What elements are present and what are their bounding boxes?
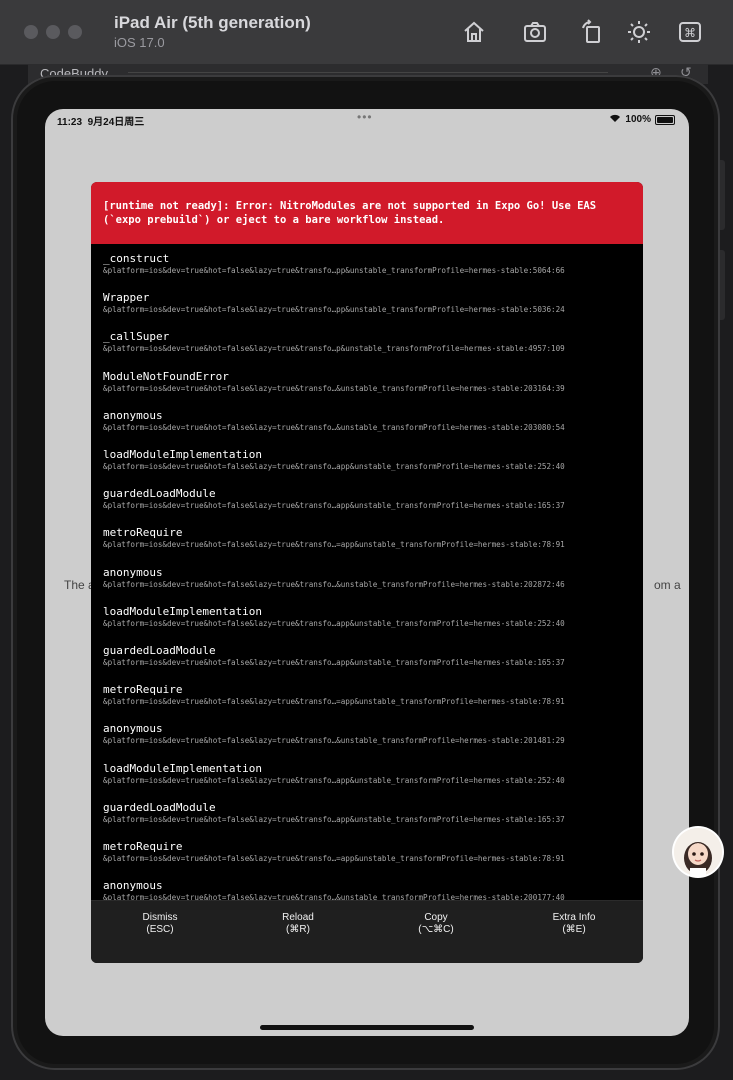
stack-frame[interactable]: guardedLoadModule &platform=ios&dev=true&… [103, 644, 639, 668]
stack-frame-location: &platform=ios&dev=true&hot=false&lazy=tr… [103, 266, 565, 275]
stack-frame-function: _callSuper [103, 330, 170, 344]
stack-frame[interactable]: anonymous &platform=ios&dev=true&hot=fals… [103, 722, 639, 746]
screenshot-icon[interactable] [521, 18, 549, 46]
stack-frame-location: &platform=ios&dev=true&hot=false&lazy=tr… [103, 344, 565, 354]
stack-frame[interactable]: guardedLoadModule &platform=ios&dev=true&… [103, 801, 639, 825]
stack-frame-location: &platform=ios&dev=true&hot=false&lazy=tr… [103, 383, 565, 393]
footer-button-shortcut: (ESC) [146, 924, 174, 935]
stack-frame-location: &platform=ios&dev=true&hot=false&lazy=tr… [103, 697, 565, 707]
multitasking-dots-icon[interactable]: ••• [357, 110, 373, 124]
side-button [720, 160, 725, 230]
stack-frame-function: loadModuleImplementation [103, 448, 262, 461]
stack-frame-function: guardedLoadModule [103, 800, 216, 814]
stack-frame-location: &platform=ios&dev=true&hot=false&lazy=tr… [103, 305, 565, 315]
battery-percentage: 100% [625, 114, 651, 125]
side-button [720, 250, 725, 320]
battery-icon [655, 114, 675, 125]
stack-frame-location: &platform=ios&dev=true&hot=false&lazy=tr… [103, 540, 565, 550]
copy-button[interactable]: Copy (⌥⌘C) [367, 912, 505, 936]
stack-frame[interactable]: loadModuleImplementation &platform=ios&de… [103, 605, 639, 629]
stack-frame-function: metroRequire [103, 840, 183, 853]
wifi-icon [609, 113, 621, 126]
status-indicators: 100% [609, 113, 675, 126]
footer-button-label: Reload [282, 912, 314, 923]
stack-frame-function: anonymous [103, 722, 163, 736]
status-time: 11:23 9月24日周三 [57, 117, 145, 128]
assistant-avatar[interactable] [674, 828, 722, 876]
reload-button[interactable]: Reload (⌘R) [229, 912, 367, 936]
close-window-button[interactable] [24, 25, 38, 39]
command-icon[interactable]: ⌘ [676, 18, 704, 46]
stack-frame[interactable]: metroRequire &platform=ios&dev=true&hot=f… [103, 683, 639, 707]
error-footer: Dismiss (ESC) Reload (⌘R) Copy (⌥⌘C) Extra Inf… [91, 900, 643, 963]
os-version: iOS 17.0 [114, 35, 165, 50]
stack-frame-location: &platform=ios&dev=true&hot=false&lazy=tr… [103, 854, 565, 863]
appearance-icon[interactable] [625, 18, 653, 46]
simulator-title-bar: iPad Air (5th generation) iOS 17.0 ⌘ [0, 0, 733, 65]
extra-info-button[interactable]: Extra Info (⌘E) [505, 912, 643, 936]
footer-button-label: Extra Info [552, 912, 596, 923]
stack-frame[interactable]: _callSuper &platform=ios&dev=true&hot=fal… [103, 330, 639, 354]
stack-frame[interactable]: anonymous &platform=ios&dev=true&hot=fals… [103, 409, 639, 433]
error-overlay: [runtime not ready]: Error: NitroModules… [91, 182, 643, 963]
stack-frame[interactable]: loadModuleImplementation &platform=ios&de… [103, 448, 639, 472]
dismiss-button[interactable]: Dismiss (ESC) [91, 912, 229, 936]
error-message: [runtime not ready]: Error: NitroModules… [103, 200, 597, 226]
home-indicator[interactable] [260, 1025, 474, 1030]
stack-frame[interactable]: anonymous &platform=ios&dev=true&hot=fals… [103, 566, 639, 590]
stack-frame-function: loadModuleImplementation [103, 761, 262, 775]
footer-button-shortcut: (⌘R) [286, 924, 310, 935]
stack-frame-function: ModuleNotFoundError [103, 369, 229, 383]
divider [128, 72, 608, 73]
stack-frame-function: guardedLoadModule [103, 487, 216, 501]
stack-frame[interactable]: guardedLoadModule &platform=ios&dev=true&… [103, 487, 639, 511]
stack-frame-location: &platform=ios&dev=true&hot=false&lazy=tr… [103, 579, 565, 589]
stack-frame[interactable]: metroRequire &platform=ios&dev=true&hot=f… [103, 526, 639, 550]
stack-frame-location: &platform=ios&dev=true&hot=false&lazy=tr… [103, 618, 565, 628]
rotate-icon[interactable] [578, 18, 606, 46]
svg-text:⌘: ⌘ [684, 26, 696, 40]
footer-button-shortcut: (⌘E) [562, 924, 586, 935]
stack-frame[interactable]: metroRequire &platform=ios&dev=true&hot=f… [103, 840, 639, 864]
stack-frame-function: guardedLoadModule [103, 644, 216, 657]
stack-frame-function: metroRequire [103, 683, 183, 697]
footer-button-shortcut: (⌥⌘C) [418, 924, 454, 935]
stack-frame[interactable]: _construct &platform=ios&dev=true&hot=fal… [103, 252, 639, 276]
stack-frame-location: &platform=ios&dev=true&hot=false&lazy=tr… [103, 814, 565, 824]
error-header: [runtime not ready]: Error: NitroModules… [91, 182, 643, 244]
minimize-window-button[interactable] [46, 25, 60, 39]
footer-button-label: Dismiss [142, 912, 178, 923]
stack-frame-location: &platform=ios&dev=true&hot=false&lazy=tr… [103, 501, 565, 511]
stack-frame-function: Wrapper [103, 291, 150, 305]
device-name: iPad Air (5th generation) [114, 13, 311, 32]
stack-frame-function: anonymous [103, 879, 163, 893]
zoom-window-button[interactable] [68, 25, 82, 39]
background-app-text: om a [654, 578, 681, 592]
stack-frame-location: &platform=ios&dev=true&hot=false&lazy=tr… [103, 658, 565, 667]
stack-frame-function: anonymous [103, 565, 163, 579]
stack-frame-location: &platform=ios&dev=true&hot=false&lazy=tr… [103, 775, 565, 785]
footer-button-label: Copy [424, 912, 448, 923]
stack-frame[interactable]: ModuleNotFoundError &platform=ios&dev=tru… [103, 370, 639, 394]
stack-frame-location: &platform=ios&dev=true&hot=false&lazy=tr… [103, 462, 565, 471]
stack-frame-function: loadModuleImplementation [103, 604, 262, 618]
stack-frame[interactable]: loadModuleImplementation &platform=ios&de… [103, 762, 639, 786]
stack-frame-location: &platform=ios&dev=true&hot=false&lazy=tr… [103, 422, 565, 432]
stack-trace-list[interactable]: _construct &platform=ios&dev=true&hot=fal… [91, 244, 643, 900]
stack-frame-function: metroRequire [103, 526, 183, 540]
stack-frame-location: &platform=ios&dev=true&hot=false&lazy=tr… [103, 893, 565, 900]
stack-frame-function: _construct [103, 252, 170, 265]
stack-frame-location: &platform=ios&dev=true&hot=false&lazy=tr… [103, 736, 565, 746]
stack-frame-function: anonymous [103, 408, 163, 422]
stack-frame[interactable]: anonymous &platform=ios&dev=true&hot=fals… [103, 879, 639, 900]
home-icon[interactable] [460, 18, 488, 46]
stack-frame[interactable]: Wrapper &platform=ios&dev=true&hot=false&… [103, 291, 639, 315]
